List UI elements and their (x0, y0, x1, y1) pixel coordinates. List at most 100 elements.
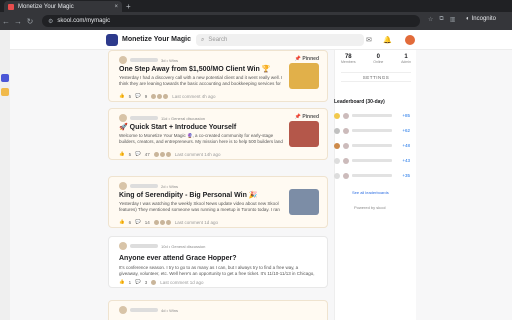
address-bar[interactable]: ⚙ skool.com/mymagic (42, 15, 420, 27)
leader-name (352, 144, 392, 147)
user-avatar[interactable] (405, 35, 415, 45)
incognito-label: Incognito (471, 16, 496, 22)
post-title[interactable]: King of Serendipity - Big Personal Win 🎉 (119, 191, 258, 199)
like-count: 6 (128, 219, 132, 225)
online-stat[interactable]: 0 Online (373, 54, 383, 64)
see-all-leaderboards-link[interactable]: See all leaderboards (352, 190, 389, 195)
incognito-indicator[interactable]: ◐ Incognito (466, 16, 496, 22)
commenter-avatars (153, 219, 171, 225)
browser-tab[interactable]: Monetize Your Magic × (4, 1, 122, 12)
browser-toolbar: ← → ↻ ⚙ skool.com/mymagic ☆ ⧉ ▥ ◐ Incogn… (0, 12, 512, 30)
search-placeholder: Search (208, 37, 228, 43)
leader-name (352, 114, 392, 117)
post-category: 11d • General discussion (161, 115, 206, 121)
post-meta: 2d • Wins (119, 182, 178, 190)
comment-icon[interactable]: 💬 (135, 219, 141, 225)
post-card[interactable]: 4d • Wins (108, 300, 328, 320)
post-title[interactable]: One Step Away from $1,500/MO Client Win … (119, 65, 270, 73)
group-shortcut-1[interactable] (1, 74, 9, 82)
comment-icon[interactable]: 💬 (135, 93, 141, 99)
post-meta: 11d • General discussion (119, 114, 205, 122)
leaderboard-row[interactable]: +48 (334, 141, 414, 150)
comment-icon[interactable]: 💬 (135, 151, 141, 157)
close-tab-icon[interactable]: × (114, 4, 118, 10)
like-icon[interactable]: 👍 (119, 219, 125, 225)
bookmark-icon[interactable]: ☆ (428, 16, 433, 23)
leader-points: +43 (402, 158, 410, 163)
comment-icon[interactable]: 💬 (135, 279, 141, 285)
post-card[interactable]: 11d • General discussion 📌 Pinned 🚀 Quic… (108, 108, 328, 160)
last-comment: Last comment 14h ago (174, 151, 221, 157)
post-thumbnail[interactable] (289, 63, 319, 89)
back-icon[interactable]: ← (0, 17, 12, 26)
chat-icon[interactable]: ✉ (366, 36, 372, 44)
leader-name (352, 159, 392, 162)
like-icon[interactable]: 👍 (119, 279, 125, 285)
post-category: 4d • Wins (161, 307, 178, 313)
leaderboard-row[interactable]: +62 (334, 126, 414, 135)
post-title[interactable]: 🚀 Quick Start + Introduce Yourself (119, 123, 236, 131)
post-category: 10d • General discussion (161, 243, 206, 249)
author-name[interactable] (130, 116, 158, 120)
post-title[interactable]: Anyone ever attend Grace Hopper? (119, 255, 236, 262)
leaderboard-row[interactable]: +43 (334, 156, 414, 165)
group-name[interactable]: Monetize Your Magic (122, 36, 191, 43)
like-count: 1 (128, 279, 132, 285)
avatar (343, 127, 349, 134)
post-category: 2d • Wins (161, 183, 178, 189)
settings-button[interactable]: SETTINGS (341, 72, 411, 82)
like-count: 5 (128, 151, 132, 157)
leader-points: +35 (402, 173, 410, 178)
author-name[interactable] (130, 184, 158, 188)
forward-icon[interactable]: → (12, 17, 24, 26)
group-logo[interactable] (106, 34, 118, 46)
post-stats: 👍 5 💬 47 Last comment 14h ago (119, 151, 221, 157)
author-name[interactable] (130, 244, 158, 248)
author-avatar[interactable] (119, 242, 127, 250)
site-info-icon[interactable]: ⚙ (48, 18, 53, 25)
group-shortcut-2[interactable] (1, 88, 9, 96)
tab-strip: Monetize Your Magic × + (0, 0, 512, 12)
post-meta: 10d • General discussion (119, 242, 205, 250)
author-avatar[interactable] (119, 114, 127, 122)
author-name[interactable] (130, 58, 158, 62)
sidepanel-icon[interactable]: ▥ (450, 16, 456, 23)
author-avatar[interactable] (119, 182, 127, 190)
like-icon[interactable]: 👍 (119, 93, 125, 99)
author-name[interactable] (130, 308, 158, 312)
post-excerpt: Yesterday I was watching the weekly Skoo… (119, 201, 280, 212)
author-avatar[interactable] (119, 306, 127, 314)
reload-icon[interactable]: ↻ (24, 17, 36, 26)
post-thumbnail[interactable] (289, 189, 319, 215)
community-stats: 78 Members 0 Online 1 Admin (341, 54, 411, 64)
last-comment: Last comment 1d ago (174, 219, 219, 225)
leader-points: +62 (402, 128, 410, 133)
post-excerpt: Yesterday I had a discovery call with a … (119, 75, 283, 86)
leaderboard-row[interactable]: +85 (334, 111, 414, 120)
new-tab-button[interactable]: + (126, 2, 131, 11)
leaderboard-title: Leaderboard (30-day) (334, 99, 385, 105)
author-avatar[interactable] (119, 56, 127, 64)
post-card[interactable]: 2d • Wins King of Serendipity - Big Pers… (108, 176, 328, 228)
search-icon: ⌕ (201, 36, 205, 43)
notifications-icon[interactable]: 🔔 (383, 36, 392, 44)
post-card[interactable]: 3d • Wins 📌 Pinned One Step Away from $1… (108, 50, 328, 102)
like-count: 5 (128, 93, 132, 99)
pinned-badge: 📌 Pinned (294, 114, 319, 120)
rank-badge-icon (334, 112, 340, 119)
members-stat[interactable]: 78 Members (341, 54, 356, 64)
extensions-icon[interactable]: ⧉ (439, 16, 443, 23)
avatar (343, 142, 349, 149)
post-card[interactable]: 10d • General discussion Anyone ever att… (108, 236, 328, 288)
leader-name (352, 129, 392, 132)
powered-by[interactable]: Powered by skool (354, 205, 386, 210)
admins-stat[interactable]: 1 Admin (401, 54, 411, 64)
search-input[interactable]: ⌕ Search (196, 34, 364, 46)
group-switch-chevron-icon[interactable]: ⌃⌄ (182, 36, 192, 43)
post-meta: 4d • Wins (119, 306, 178, 314)
leader-points: +48 (402, 143, 410, 148)
post-thumbnail[interactable] (289, 121, 319, 147)
like-icon[interactable]: 👍 (119, 151, 125, 157)
last-comment: Last comment 4h ago (172, 93, 216, 99)
leaderboard-row[interactable]: +35 (334, 171, 414, 180)
